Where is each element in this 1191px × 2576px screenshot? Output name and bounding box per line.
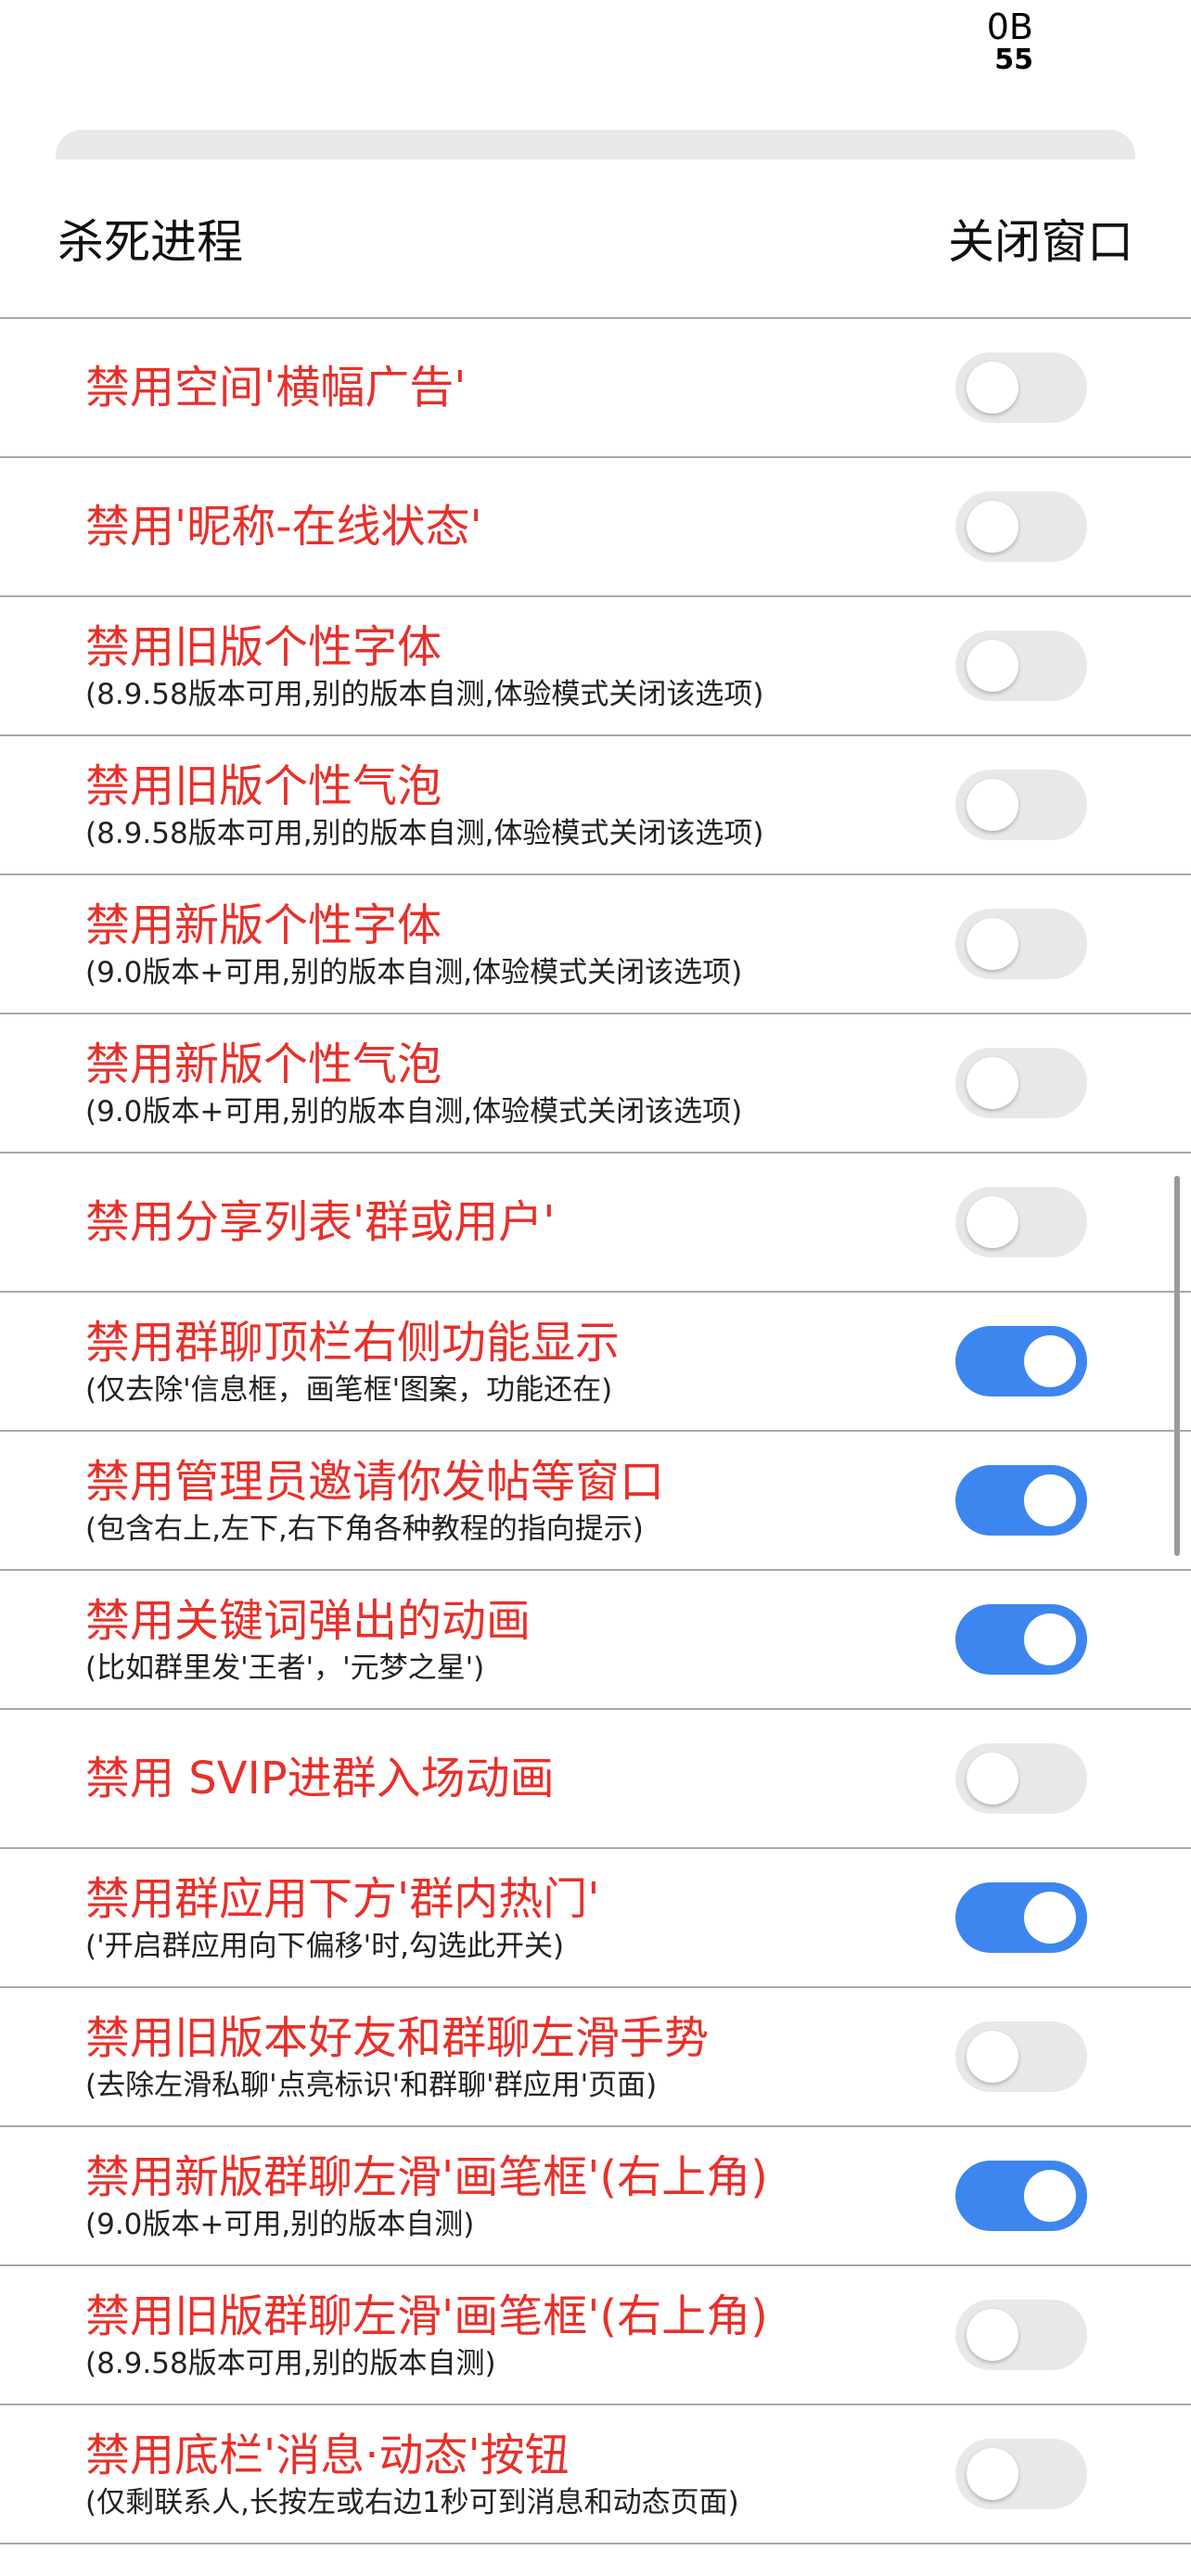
setting-row[interactable]: 禁用分享列表'群或用户' xyxy=(0,1154,1191,1293)
setting-toggle-switch[interactable] xyxy=(955,491,1087,562)
toggle-knob xyxy=(967,362,1018,414)
close-window-button[interactable]: 关闭窗口 xyxy=(948,205,1133,272)
setting-toggle-switch[interactable] xyxy=(955,2021,1087,2092)
toggle-knob xyxy=(1024,2170,1076,2222)
network-speed-unit: 55 xyxy=(994,44,1033,76)
toggle-knob xyxy=(967,779,1018,831)
setting-row[interactable]: 禁用群应用下方'群内热门' ('开启群应用向下偏移'时,勾选此开关) xyxy=(0,1849,1191,1988)
setting-row[interactable]: 禁用关键词弹出的动画 (比如群里发'王者'，'元梦之星') xyxy=(0,1571,1191,1710)
setting-row[interactable]: 禁用新版个性气泡 (9.0版本+可用,别的版本自测,体验模式关闭该选项) xyxy=(0,1014,1191,1154)
settings-list: 禁用空间'横幅广告' 禁用'昵称-在线状态' 禁用旧版个性字体 (8.9.58版本可用… xyxy=(0,319,1191,2544)
toggle-knob xyxy=(1024,1335,1076,1387)
setting-toggle-switch[interactable] xyxy=(955,909,1087,979)
setting-row[interactable]: 禁用旧版群聊左滑'画笔框'(右上角) (8.9.58版本可用,别的版本自测) xyxy=(0,2266,1191,2405)
toggle-knob xyxy=(967,2309,1018,2361)
kill-process-button[interactable]: 杀死进程 xyxy=(58,205,243,272)
setting-row[interactable]: 禁用旧版个性字体 (8.9.58版本可用,别的版本自测,体验模式关闭该选项) xyxy=(0,597,1191,736)
setting-row[interactable]: 禁用空间'横幅广告' xyxy=(0,319,1191,458)
setting-toggle-switch[interactable] xyxy=(955,631,1087,701)
scrollbar[interactable] xyxy=(1174,1176,1180,1556)
toggle-knob xyxy=(967,501,1018,553)
setting-row[interactable]: 禁用旧版个性气泡 (8.9.58版本可用,别的版本自测,体验模式关闭该选项) xyxy=(0,736,1191,875)
setting-toggle-switch[interactable] xyxy=(955,2161,1087,2231)
setting-toggle-switch[interactable] xyxy=(955,2300,1087,2370)
setting-toggle-switch[interactable] xyxy=(955,2439,1087,2509)
toggle-knob xyxy=(967,2448,1018,2500)
network-speed-value: 0B xyxy=(986,6,1033,47)
setting-row[interactable]: 禁用群聊顶栏右侧功能显示 (仅去除'信息框，画笔框'图案，功能还在) xyxy=(0,1293,1191,1432)
setting-row[interactable]: 禁用新版个性字体 (9.0版本+可用,别的版本自测,体验模式关闭该选项) xyxy=(0,875,1191,1014)
toggle-knob xyxy=(967,1057,1018,1109)
dialog-header: 杀死进程 关闭窗口 xyxy=(0,159,1191,319)
setting-toggle-switch[interactable] xyxy=(955,1326,1087,1396)
setting-row[interactable]: 禁用管理员邀请你发帖等窗口 (包含右上,左下,右下角各种教程的指向提示) xyxy=(0,1432,1191,1571)
setting-toggle-switch[interactable] xyxy=(955,1743,1087,1814)
setting-row[interactable]: 禁用新版群聊左滑'画笔框'(右上角) (9.0版本+可用,别的版本自测) xyxy=(0,2127,1191,2266)
setting-toggle-switch[interactable] xyxy=(955,1187,1087,1257)
sheet-top-bar xyxy=(56,130,1135,159)
toggle-knob xyxy=(1024,1892,1076,1944)
toggle-knob xyxy=(1024,1474,1076,1526)
toggle-knob xyxy=(967,640,1018,692)
setting-row[interactable]: 禁用 SVIP进群入场动画 xyxy=(0,1710,1191,1849)
setting-toggle-switch[interactable] xyxy=(955,1465,1087,1536)
toggle-knob xyxy=(967,1196,1018,1248)
setting-row[interactable]: 禁用'昵称-在线状态' xyxy=(0,458,1191,597)
setting-toggle-switch[interactable] xyxy=(955,770,1087,840)
toggle-knob xyxy=(967,918,1018,970)
network-speed-indicator: 0B 55 xyxy=(920,7,1033,74)
setting-toggle-switch[interactable] xyxy=(955,1882,1087,1953)
setting-row[interactable]: 禁用旧版本好友和群聊左滑手势 (去除左滑私聊'点亮标识'和群聊'群应用'页面) xyxy=(0,1988,1191,2127)
setting-toggle-switch[interactable] xyxy=(955,352,1087,423)
setting-toggle-switch[interactable] xyxy=(955,1048,1087,1118)
setting-toggle-switch[interactable] xyxy=(955,1604,1087,1675)
setting-row[interactable]: 禁用底栏'消息·动态'按钮 (仅剩联系人,长按左或右边1秒可到消息和动态页面) xyxy=(0,2405,1191,2544)
toggle-knob xyxy=(967,1753,1018,1804)
toggle-knob xyxy=(967,2031,1018,2083)
toggle-knob xyxy=(1024,1613,1076,1665)
